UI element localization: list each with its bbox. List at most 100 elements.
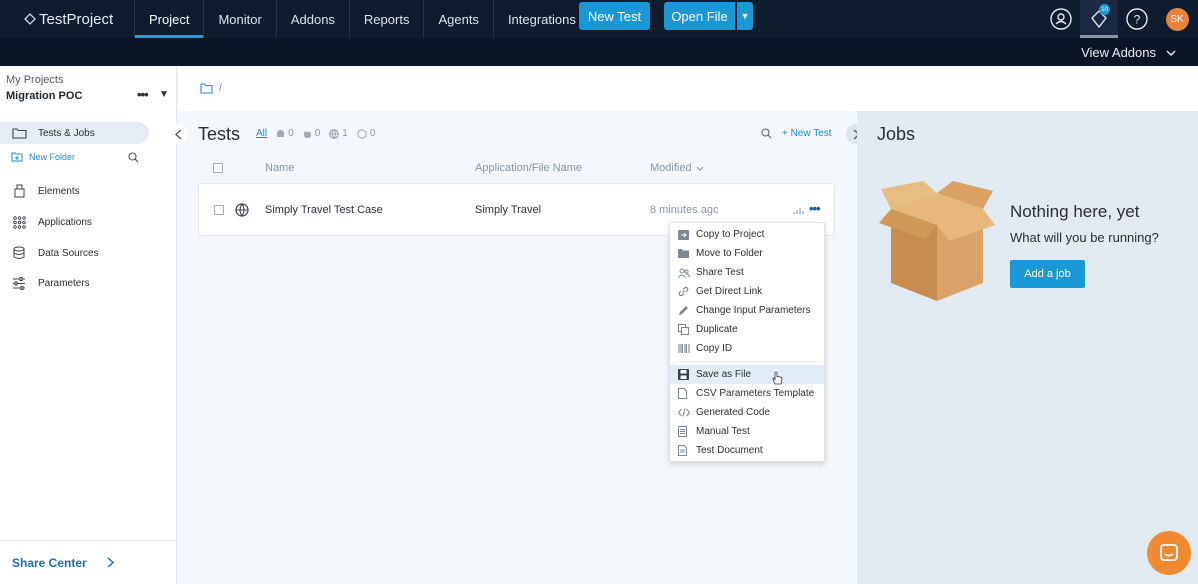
new-test-button[interactable]: New Test <box>579 2 650 30</box>
column-header-modified-label: Modified <box>650 162 692 174</box>
new-folder-label: New Folder <box>29 152 76 162</box>
grid-icon <box>0 215 38 229</box>
menu-item-move-to-folder[interactable]: Move to Folder <box>670 244 824 263</box>
filter-android[interactable]: 0 <box>276 128 294 139</box>
menu-item-duplicate[interactable]: Duplicate <box>670 320 824 339</box>
column-header-name[interactable]: Name <box>265 162 294 174</box>
user-avatar[interactable]: SK <box>1165 7 1189 31</box>
menu-item-label: Change Input Parameters <box>696 305 811 316</box>
sort-down-icon <box>696 166 703 171</box>
nav-project[interactable]: Project <box>135 0 205 38</box>
addons-subbar <box>0 38 1198 66</box>
file-text-icon <box>678 445 696 456</box>
menu-item-copy-id[interactable]: Copy ID <box>670 339 824 358</box>
test-name[interactable]: Simply Travel Test Case <box>265 204 383 216</box>
row-checkbox[interactable] <box>214 205 224 215</box>
menu-item-label: Copy to Project <box>696 229 765 240</box>
top-navbar: TestProject Project Monitor Addons Repor… <box>0 0 1198 38</box>
nav-monitor[interactable]: Monitor <box>204 0 277 38</box>
menu-item-change-input-parameters[interactable]: Change Input Parameters <box>670 301 824 320</box>
open-file-dropdown-button[interactable]: ▼ <box>737 2 753 30</box>
menu-item-label: Share Test <box>696 267 744 278</box>
document-icon <box>678 388 696 399</box>
new-folder-button[interactable]: New Folder <box>11 152 75 162</box>
copy-to-project-icon <box>678 229 696 240</box>
sidebar-item-tests-jobs[interactable]: Tests & Jobs <box>0 122 149 144</box>
link-icon <box>678 286 696 297</box>
project-dropdown-icon[interactable]: ▼ <box>159 89 169 100</box>
menu-item-manual-test[interactable]: Manual Test <box>670 422 824 441</box>
add-job-button[interactable]: Add a job <box>1010 260 1085 288</box>
nav-reports[interactable]: Reports <box>350 0 425 38</box>
nav-integrations[interactable]: Integrations <box>494 0 590 38</box>
stats-icon[interactable] <box>793 206 804 215</box>
notifications-icon[interactable]: 10 <box>1080 0 1118 38</box>
code-icon <box>678 408 696 417</box>
menu-item-label: Save as File <box>696 369 752 380</box>
search-icon[interactable] <box>128 152 139 166</box>
chevron-left-icon <box>174 129 181 139</box>
menu-item-copy-to-project[interactable]: Copy to Project <box>670 225 824 244</box>
menu-item-get-direct-link[interactable]: Get Direct Link <box>670 282 824 301</box>
checklist-icon <box>678 426 696 437</box>
apple-icon <box>303 131 311 138</box>
column-header-application[interactable]: Application/File Name <box>475 162 582 174</box>
sliders-icon <box>0 276 38 290</box>
menu-item-csv-parameters-template[interactable]: CSV Parameters Template <box>670 384 824 403</box>
generic-icon <box>357 128 367 139</box>
row-options-icon[interactable]: ••• <box>809 201 821 216</box>
add-folder-icon <box>11 152 23 162</box>
search-icon[interactable] <box>761 128 772 139</box>
select-all-checkbox[interactable] <box>213 163 223 173</box>
sidebar-item-parameters[interactable]: Parameters <box>0 272 90 294</box>
sidebar-item-applications[interactable]: Applications <box>0 211 92 233</box>
chat-widget-button[interactable] <box>1147 531 1191 575</box>
caret-down-icon: ▼ <box>740 11 750 21</box>
sidebar-item-label: Elements <box>38 185 80 197</box>
share-center-link[interactable]: Share Center <box>0 540 177 584</box>
breadcrumb-separator: / <box>219 83 222 94</box>
project-name[interactable]: Migration POC <box>6 90 82 102</box>
menu-item-label: Test Document <box>696 445 763 456</box>
elements-icon <box>0 184 38 198</box>
menu-item-save-as-file[interactable]: Save as File <box>670 365 824 385</box>
nav-agents[interactable]: Agents <box>424 0 494 38</box>
svg-text:?: ? <box>1134 13 1141 27</box>
menu-item-label: Copy ID <box>696 343 733 354</box>
menu-item-label: Get Direct Link <box>696 286 763 297</box>
filter-generic[interactable]: 0 <box>357 128 375 139</box>
sidebar: My Projects Migration POC ••• ▼ Tests & … <box>0 66 177 584</box>
filter-web[interactable]: 1 <box>329 128 348 139</box>
users-icon[interactable] <box>1042 0 1080 38</box>
open-file-button[interactable]: Open File <box>664 2 735 30</box>
menu-divider <box>678 361 816 362</box>
share-center-label: Share Center <box>12 555 87 570</box>
notification-badge: 10 <box>1099 4 1110 15</box>
folder-icon[interactable] <box>200 83 213 94</box>
testproject-logo[interactable]: TestProject <box>0 0 135 38</box>
my-projects-label: My Projects <box>6 74 64 86</box>
menu-item-share-test[interactable]: Share Test <box>670 263 824 282</box>
row-context-menu: Copy to Project Move to Folder Share Tes… <box>669 222 825 462</box>
menu-item-label: Manual Test <box>696 426 750 437</box>
menu-item-label: Duplicate <box>696 324 738 335</box>
globe-icon <box>329 128 340 139</box>
share-users-icon <box>678 268 696 278</box>
help-icon[interactable]: ? <box>1118 0 1156 38</box>
view-addons-button[interactable]: View Addons <box>1081 45 1176 60</box>
menu-item-generated-code[interactable]: Generated Code <box>670 403 824 422</box>
sidebar-item-elements[interactable]: Elements <box>0 180 80 202</box>
new-test-link[interactable]: + New Test <box>782 128 832 139</box>
filter-all[interactable]: All <box>256 128 267 139</box>
collapse-sidebar-button[interactable] <box>168 124 188 144</box>
save-icon <box>678 369 696 380</box>
nav-addons[interactable]: Addons <box>277 0 350 38</box>
column-header-modified[interactable]: Modified <box>650 162 704 174</box>
sidebar-item-label: Parameters <box>38 277 90 289</box>
sidebar-item-data-sources[interactable]: Data Sources <box>0 242 99 264</box>
platform-filters: All 0 0 1 0 <box>256 128 375 139</box>
menu-item-test-document[interactable]: Test Document <box>670 441 824 460</box>
filter-ios[interactable]: 0 <box>303 128 320 139</box>
sidebar-item-label: Applications <box>38 216 92 228</box>
project-options-icon[interactable]: ••• <box>137 87 149 102</box>
